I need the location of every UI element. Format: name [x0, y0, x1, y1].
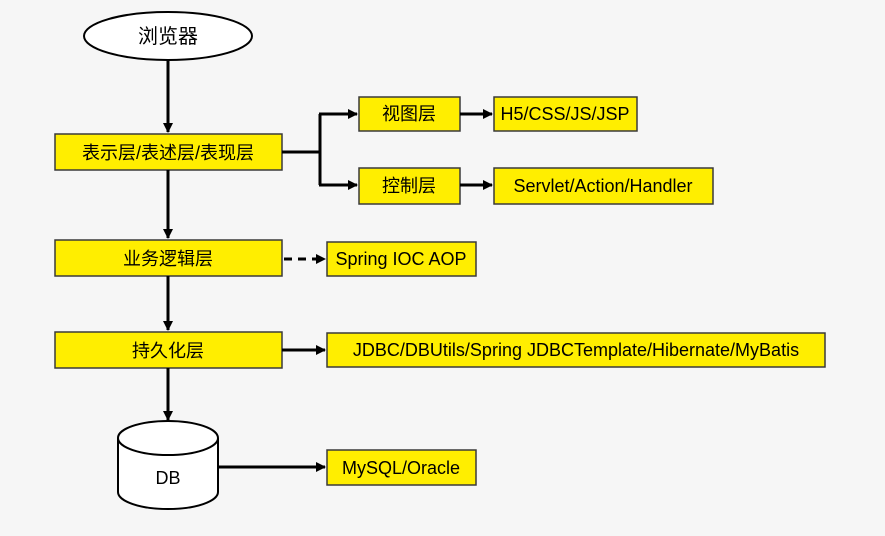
browser-label: 浏览器	[138, 25, 198, 48]
persistence-layer-box: 持久化层	[54, 331, 283, 369]
persistence-tech-box: JDBC/DBUtils/Spring JDBCTemplate/Hiberna…	[326, 332, 826, 368]
presentation-layer-label: 表示层/表述层/表现层	[82, 143, 254, 163]
control-layer-label: 控制层	[382, 176, 436, 196]
business-tech-box: Spring IOC AOP	[326, 241, 477, 277]
control-tech-box: Servlet/Action/Handler	[493, 167, 714, 205]
architecture-diagram: 浏览器 表示层/表述层/表现层 视图层 H5/CSS/JS/JSP 控制层 Se…	[54, 11, 826, 510]
db-label: DB	[155, 468, 180, 488]
browser-node: 浏览器	[83, 11, 253, 61]
business-layer-box: 业务逻辑层	[54, 239, 283, 277]
db-cylinder-icon: DB	[117, 420, 219, 510]
business-layer-label: 业务逻辑层	[123, 249, 213, 269]
control-tech-label: Servlet/Action/Handler	[513, 176, 692, 196]
presentation-layer-box: 表示层/表述层/表现层	[54, 133, 283, 171]
view-tech-label: H5/CSS/JS/JSP	[500, 104, 629, 124]
business-tech-label: Spring IOC AOP	[335, 249, 466, 269]
control-layer-box: 控制层	[358, 167, 461, 205]
view-tech-box: H5/CSS/JS/JSP	[493, 96, 638, 132]
db-tech-box: MySQL/Oracle	[326, 449, 477, 486]
branch-connector	[282, 109, 358, 190]
view-layer-label: 视图层	[382, 104, 436, 124]
view-layer-box: 视图层	[358, 96, 461, 132]
persistence-tech-label: JDBC/DBUtils/Spring JDBCTemplate/Hiberna…	[353, 340, 799, 360]
persistence-layer-label: 持久化层	[132, 341, 204, 361]
db-tech-label: MySQL/Oracle	[342, 458, 460, 478]
